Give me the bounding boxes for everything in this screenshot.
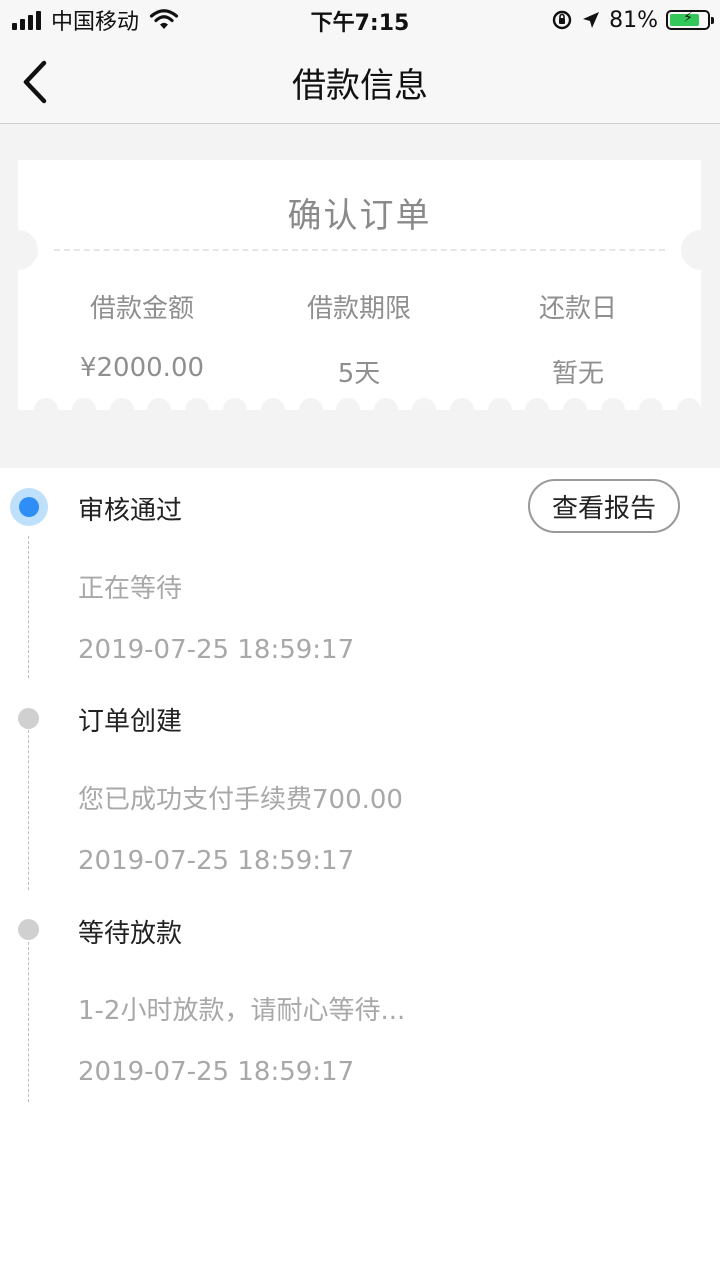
scallop — [412, 398, 436, 410]
scallop — [147, 398, 172, 410]
loan-term-value: 5天 — [337, 359, 381, 389]
scallop — [34, 398, 58, 410]
repayment-date-value: 暂无 — [551, 359, 604, 389]
scallop — [374, 398, 399, 410]
timeline-connector — [28, 942, 29, 1102]
scallop — [223, 398, 247, 410]
step-timestamp: 2019-07-25 18:59:17 — [78, 846, 355, 876]
navigation-bar: 借款信息 — [0, 40, 720, 124]
step-timestamp: 2019-07-25 18:59:17 — [78, 1057, 355, 1087]
battery-percent: 81% — [609, 7, 658, 33]
loan-term-label: 借款期限 — [306, 294, 411, 324]
step-description: 1-2小时放款，请耐心等待... — [78, 996, 406, 1026]
status-right: 81% ⚡ — [551, 6, 714, 34]
scallop — [449, 398, 474, 410]
repayment-date-column: 还款日 暂无 — [464, 288, 692, 390]
orientation-lock-icon — [552, 10, 572, 30]
step-title: 订单创建 — [78, 707, 183, 737]
timeline-dot — [18, 708, 39, 729]
scallop — [601, 398, 625, 410]
timeline-connector — [28, 536, 29, 678]
timeline-dot-active — [10, 488, 48, 526]
order-ticket-card: 确认订单 借款金额 ¥2000.00 借款期限 5天 还款日 暂无 — [18, 160, 701, 410]
scallop — [336, 398, 361, 410]
scallop — [638, 398, 663, 410]
scallop — [185, 398, 210, 410]
scallop — [525, 398, 550, 410]
scallop — [676, 398, 701, 410]
scallop — [109, 398, 134, 410]
battery-icon: ⚡ — [666, 10, 714, 30]
timeline-connector — [28, 730, 29, 890]
page-title: 借款信息 — [292, 66, 428, 106]
charging-bolt-icon: ⚡ — [683, 10, 693, 26]
step-title: 等待放款 — [78, 919, 183, 949]
view-report-button[interactable]: 查看报告 — [528, 479, 680, 533]
repayment-date-label: 还款日 — [538, 294, 617, 324]
order-card-area: 确认订单 借款金额 ¥2000.00 借款期限 5天 还款日 暂无 — [0, 124, 720, 468]
scallop — [71, 398, 96, 410]
scallop — [563, 398, 588, 410]
step-description: 您已成功支付手续费700.00 — [78, 785, 403, 815]
scallop — [260, 398, 285, 410]
step-description: 正在等待 — [78, 574, 183, 604]
step-timestamp: 2019-07-25 18:59:17 — [78, 635, 355, 665]
loan-amount-value: ¥2000.00 — [79, 353, 205, 383]
scallop — [298, 398, 323, 410]
order-card-title: 确认订单 — [287, 196, 432, 236]
ticket-divider — [54, 249, 665, 251]
loan-term-column: 借款期限 5天 — [245, 288, 473, 390]
timeline-dot — [18, 919, 39, 940]
loan-amount-label: 借款金额 — [89, 294, 194, 324]
status-bar: 中国移动 下午7:15 81% ⚡ — [0, 0, 720, 40]
loan-amount-column: 借款金额 ¥2000.00 — [28, 288, 256, 383]
ticket-scalloped-edge — [18, 398, 701, 410]
step-title: 审核通过 — [78, 496, 183, 526]
location-arrow-icon — [583, 12, 600, 28]
scallop — [487, 398, 512, 410]
